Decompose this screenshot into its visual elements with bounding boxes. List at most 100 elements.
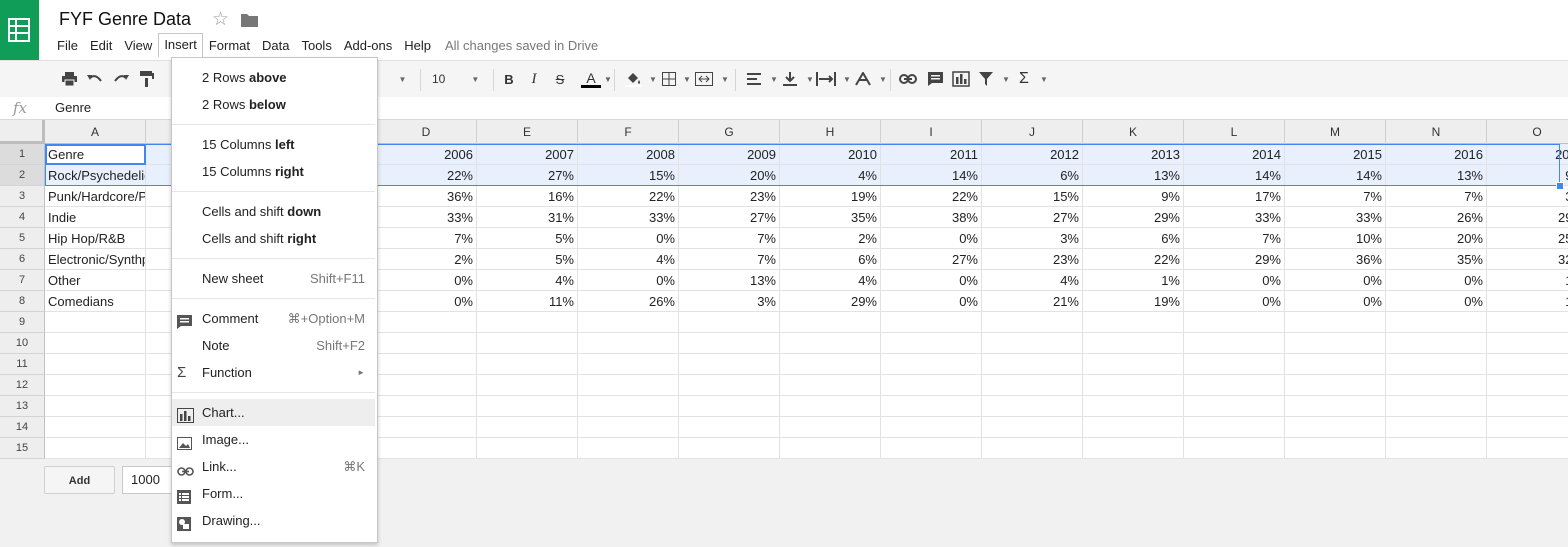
table-cell[interactable]: 33% — [1285, 207, 1386, 228]
row-header[interactable]: 4 — [0, 207, 45, 228]
table-cell[interactable]: 4% — [578, 249, 679, 270]
table-cell[interactable]: 3% — [679, 291, 780, 312]
table-cell[interactable] — [1184, 312, 1285, 333]
table-cell[interactable] — [1386, 438, 1487, 459]
table-cell[interactable]: 4% — [780, 270, 881, 291]
undo-icon[interactable] — [86, 69, 104, 89]
table-cell[interactable]: 0% — [1184, 291, 1285, 312]
table-cell[interactable] — [1386, 312, 1487, 333]
paint-format-icon[interactable] — [138, 69, 156, 89]
table-cell[interactable]: 25% — [1487, 228, 1568, 249]
table-cell[interactable]: 2009 — [679, 144, 780, 165]
table-cell[interactable]: 0% — [1285, 291, 1386, 312]
table-cell[interactable]: 1% — [1083, 270, 1184, 291]
table-cell[interactable]: 2% — [376, 249, 477, 270]
table-cell[interactable] — [578, 417, 679, 438]
text-wrap-icon[interactable] — [815, 69, 837, 89]
table-cell[interactable] — [1083, 438, 1184, 459]
table-cell[interactable]: 17% — [1184, 186, 1285, 207]
column-header[interactable]: A — [45, 120, 146, 144]
insert-rows-above[interactable]: 2 Rows above — [172, 64, 375, 91]
filter-icon[interactable] — [977, 69, 995, 89]
table-cell[interactable] — [1487, 354, 1568, 375]
table-cell[interactable] — [1083, 375, 1184, 396]
cell-genre[interactable]: Comedians — [45, 291, 146, 312]
table-cell[interactable]: 22% — [881, 186, 982, 207]
italic-button[interactable]: I — [527, 69, 541, 89]
table-cell[interactable] — [881, 375, 982, 396]
row-header[interactable]: 3 — [0, 186, 45, 207]
table-cell[interactable] — [1083, 354, 1184, 375]
table-cell[interactable] — [477, 417, 578, 438]
insert-rows-below[interactable]: 2 Rows below — [172, 91, 375, 118]
table-cell[interactable] — [1285, 333, 1386, 354]
insert-cells-shift-right[interactable]: Cells and shift right — [172, 225, 375, 252]
menu-addons[interactable]: Add-ons — [338, 35, 398, 56]
table-cell[interactable]: 0% — [881, 270, 982, 291]
table-cell[interactable] — [477, 312, 578, 333]
table-cell[interactable]: 2014 — [1184, 144, 1285, 165]
column-header[interactable]: G — [679, 120, 780, 144]
table-cell[interactable]: 26% — [1386, 207, 1487, 228]
insert-cells-shift-down[interactable]: Cells and shift down — [172, 198, 375, 225]
formula-input[interactable]: Genre — [55, 100, 91, 115]
table-cell[interactable] — [376, 417, 477, 438]
table-cell[interactable]: 22% — [578, 186, 679, 207]
cell-genre[interactable]: Electronic/Synthpop — [45, 249, 146, 270]
table-cell[interactable]: 2015 — [1285, 144, 1386, 165]
table-cell[interactable] — [1184, 375, 1285, 396]
table-cell[interactable]: 15% — [578, 165, 679, 186]
insert-comment[interactable]: Comment ⌘+Option+M — [172, 305, 375, 332]
menu-view[interactable]: View — [118, 35, 158, 56]
table-cell[interactable] — [982, 312, 1083, 333]
table-cell[interactable] — [376, 375, 477, 396]
fill-handle[interactable] — [1556, 182, 1564, 190]
table-cell[interactable]: 27% — [477, 165, 578, 186]
insert-chart-icon[interactable] — [951, 69, 971, 89]
insert-image[interactable]: Image... — [172, 426, 375, 453]
table-cell[interactable]: 35% — [780, 207, 881, 228]
row-header[interactable]: 13 — [0, 396, 45, 417]
table-cell[interactable]: 0% — [881, 291, 982, 312]
table-cell[interactable]: 13% — [679, 270, 780, 291]
table-cell[interactable]: 2011 — [881, 144, 982, 165]
table-cell[interactable]: 0% — [881, 228, 982, 249]
table-cell[interactable]: 5% — [477, 249, 578, 270]
table-cell[interactable]: 0% — [376, 270, 477, 291]
table-cell[interactable]: 36% — [376, 186, 477, 207]
table-cell[interactable] — [1386, 333, 1487, 354]
menu-edit[interactable]: Edit — [84, 35, 118, 56]
table-cell[interactable] — [1184, 333, 1285, 354]
table-cell[interactable] — [1184, 396, 1285, 417]
cell-genre[interactable] — [45, 354, 146, 375]
cell-genre[interactable]: Punk/Hardcore/Post-Punk — [45, 186, 146, 207]
menu-file[interactable]: File — [51, 35, 84, 56]
table-cell[interactable]: 36% — [1285, 249, 1386, 270]
table-cell[interactable]: 20% — [1386, 228, 1487, 249]
table-cell[interactable]: 21% — [982, 291, 1083, 312]
table-cell[interactable] — [376, 312, 477, 333]
table-cell[interactable]: 29% — [1184, 249, 1285, 270]
table-cell[interactable] — [1487, 333, 1568, 354]
menu-data[interactable]: Data — [256, 35, 295, 56]
column-header[interactable]: L — [1184, 120, 1285, 144]
table-cell[interactable]: 29% — [1487, 207, 1568, 228]
table-cell[interactable]: 7% — [679, 228, 780, 249]
table-cell[interactable] — [1083, 312, 1184, 333]
table-cell[interactable] — [780, 417, 881, 438]
table-cell[interactable]: 22% — [1083, 249, 1184, 270]
cell-genre[interactable]: Hip Hop/R&B — [45, 228, 146, 249]
table-cell[interactable]: 4% — [780, 165, 881, 186]
table-cell[interactable]: 2% — [780, 228, 881, 249]
row-header[interactable]: 12 — [0, 375, 45, 396]
table-cell[interactable] — [881, 333, 982, 354]
table-cell[interactable] — [1285, 375, 1386, 396]
table-cell[interactable]: 4% — [477, 270, 578, 291]
column-header[interactable]: D — [376, 120, 477, 144]
table-cell[interactable]: 35% — [1386, 249, 1487, 270]
table-cell[interactable] — [780, 438, 881, 459]
table-cell[interactable] — [982, 396, 1083, 417]
column-header[interactable]: H — [780, 120, 881, 144]
table-cell[interactable] — [881, 417, 982, 438]
row-header[interactable]: 6 — [0, 249, 45, 270]
